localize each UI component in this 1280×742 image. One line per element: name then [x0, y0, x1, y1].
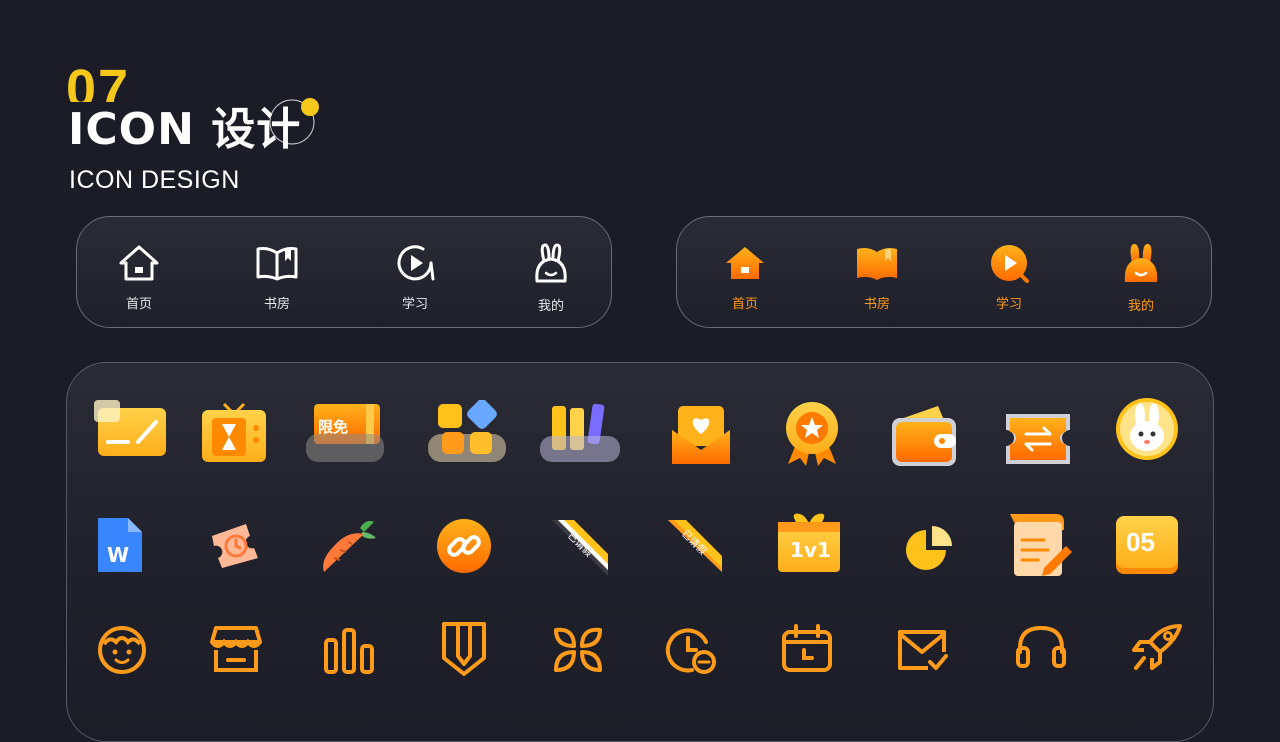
- headset-icon: [1016, 625, 1066, 668]
- rabbit-icon: [535, 243, 567, 283]
- tab-study-room-active-label: 书房: [863, 297, 890, 312]
- link-icon: [437, 519, 491, 573]
- gift-text: 1v1: [790, 538, 831, 562]
- apps-icon: [428, 400, 506, 462]
- rocket-icon: [1132, 624, 1182, 670]
- exchange-ticket-icon: [1006, 414, 1070, 464]
- section-number: 07: [66, 59, 131, 102]
- book-filled-icon: [857, 248, 897, 280]
- tab-learn-active[interactable]: 学习: [969, 241, 1049, 312]
- bar-chart-icon: [324, 628, 374, 674]
- calendar-05-icon: 05: [1114, 514, 1180, 576]
- rabbit-avatar-icon: [1116, 398, 1178, 460]
- tab-study-room-label: 书房: [263, 297, 290, 312]
- play-filled-icon: [991, 245, 1029, 283]
- ribbon-expired-icon: 已请假: [550, 516, 612, 576]
- tab-mine-active[interactable]: 我的: [1101, 241, 1181, 314]
- store-icon: [210, 626, 262, 672]
- bookshelf-icon: [540, 403, 620, 462]
- mail-check-icon: [898, 630, 948, 670]
- calendar-05-text: 05: [1126, 527, 1155, 557]
- calendar-icon: [782, 624, 832, 672]
- tab-bar-filled: 首页 书房 学习 我的: [676, 216, 1212, 328]
- page-title: ICON 设计: [68, 104, 302, 155]
- medal-icon: [786, 402, 838, 466]
- heart-mail-icon: [672, 406, 730, 464]
- tab-home-label: 首页: [125, 297, 152, 312]
- limited-free-icon: 限免: [304, 402, 386, 464]
- clock-minus-icon: [665, 628, 716, 674]
- wallet-icon: [892, 406, 956, 466]
- tab-mine-active-label: 我的: [1127, 299, 1154, 314]
- scroll-edit-icon: [1010, 514, 1072, 576]
- face-icon: [98, 626, 146, 674]
- tab-mine[interactable]: 我的: [511, 241, 591, 314]
- tab-learn[interactable]: 学习: [375, 241, 455, 312]
- pencil-icon: [442, 622, 486, 676]
- carrot-icon: [323, 520, 376, 572]
- tab-home[interactable]: 首页: [99, 241, 179, 312]
- grid-icon: [554, 627, 602, 672]
- book-icon: [256, 247, 298, 281]
- rabbit-filled-icon: [1124, 243, 1158, 282]
- tab-learn-label: 学习: [401, 297, 428, 312]
- word-doc-icon: W: [96, 516, 144, 574]
- tab-study-room-active[interactable]: 书房: [837, 241, 917, 312]
- tab-home-active[interactable]: 首页: [705, 241, 785, 312]
- home-filled-icon: [726, 247, 764, 279]
- tv-hourglass-icon: [202, 402, 266, 462]
- page-subtitle: ICON DESIGN: [69, 166, 240, 194]
- coupon-icon: [212, 524, 258, 568]
- home-icon: [119, 245, 159, 281]
- tab-study-room[interactable]: 书房: [237, 241, 317, 312]
- limited-free-label: 限免: [318, 418, 349, 436]
- word-doc-letter: W: [107, 543, 130, 567]
- tab-bar-outline: 首页 书房 学习 我的: [76, 216, 612, 328]
- tab-home-active-label: 首页: [731, 297, 758, 312]
- tab-mine-label: 我的: [537, 299, 564, 314]
- tab-learn-active-label: 学习: [995, 297, 1022, 312]
- pie-chart-icon: [906, 526, 952, 570]
- tablet-pen-icon: [94, 400, 166, 456]
- gift-1v1-icon: 1v1: [776, 512, 842, 574]
- ribbon-expired-icon-2: 已请假: [664, 516, 726, 576]
- play-icon: [397, 245, 435, 281]
